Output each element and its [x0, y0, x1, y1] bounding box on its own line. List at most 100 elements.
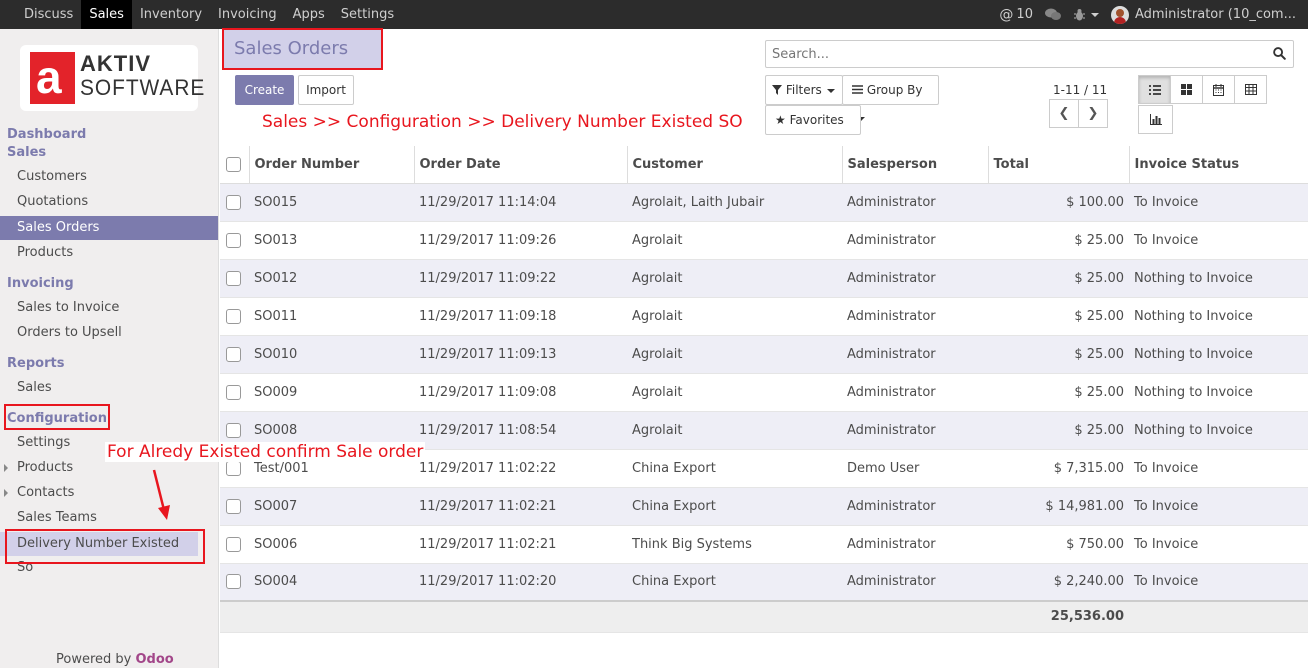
- sidebar-item-quotations[interactable]: Quotations: [0, 190, 218, 214]
- row-checkbox[interactable]: [226, 536, 241, 552]
- pager-previous-button[interactable]: ❮: [1049, 99, 1079, 128]
- kanban-icon: [1181, 84, 1192, 95]
- menu-discuss[interactable]: Discuss: [0, 0, 81, 29]
- sidebar-item-orders-to-upsell[interactable]: Orders to Upsell: [0, 321, 218, 345]
- row-checkbox[interactable]: [226, 498, 241, 514]
- row-checkbox[interactable]: [226, 270, 241, 286]
- debug-button[interactable]: [1073, 8, 1099, 21]
- sidebar-item-customers[interactable]: Customers: [0, 165, 218, 189]
- menu-annotation: For Alredy Existed confirm Sale order: [105, 442, 426, 462]
- table-footer-row: 25,536.00: [220, 600, 1308, 633]
- menu-sales[interactable]: Sales: [81, 0, 132, 29]
- cell-customer: Agrolait: [627, 411, 842, 450]
- table-row[interactable]: SO004 11/29/2017 11:02:20 China Export Admi…: [220, 563, 1308, 602]
- powered-by: Powered by Odoo: [56, 652, 174, 667]
- create-button[interactable]: Create: [235, 75, 294, 105]
- table-row[interactable]: SO012 11/29/2017 11:09:22 Agrolait Administ…: [220, 259, 1308, 298]
- column-salesperson[interactable]: Salesperson: [842, 146, 989, 184]
- cell-salesperson: Administrator: [842, 373, 988, 412]
- cell-total: $ 750.00: [988, 525, 1129, 564]
- kanban-view-button[interactable]: [1170, 75, 1203, 104]
- systray: @ 10 Administrator (10_com...: [999, 0, 1308, 29]
- filters-dropdown[interactable]: Filters: [765, 75, 843, 105]
- row-checkbox[interactable]: [226, 232, 241, 248]
- sidebar-header-sales: Sales: [7, 145, 47, 160]
- group-by-dropdown[interactable]: Group By: [842, 75, 939, 121]
- cell-customer: China Export: [627, 487, 842, 526]
- row-checkbox[interactable]: [226, 346, 241, 362]
- graph-view-button[interactable]: [1138, 105, 1173, 134]
- table-header-row: Order Number Order Date Customer Salespe…: [220, 146, 1308, 184]
- odoo-link[interactable]: Odoo: [136, 652, 174, 667]
- cell-salesperson: Administrator: [842, 563, 988, 602]
- search-input[interactable]: [766, 41, 1246, 67]
- cell-invoice-status: To Invoice: [1129, 563, 1308, 602]
- bug-icon: [1073, 9, 1085, 21]
- table-row[interactable]: SO010 11/29/2017 11:09:13 Agrolait Administ…: [220, 335, 1308, 374]
- import-button[interactable]: Import: [298, 75, 354, 105]
- messages-button[interactable]: [1044, 8, 1061, 21]
- table-row[interactable]: SO015 11/29/2017 11:14:04 Agrolait, Laith …: [220, 183, 1308, 222]
- favorites-dropdown[interactable]: ★ Favorites: [765, 105, 861, 151]
- row-checkbox[interactable]: [226, 384, 241, 400]
- cell-order-date: 11/29/2017 11:09:08: [414, 373, 627, 412]
- menu-invoicing[interactable]: Invoicing: [210, 0, 285, 29]
- calendar-view-button[interactable]: [1202, 75, 1235, 104]
- cell-order-date: 11/29/2017 11:09:13: [414, 335, 627, 374]
- row-checkbox[interactable]: [226, 308, 241, 324]
- sidebar-item-contacts[interactable]: Contacts: [0, 481, 218, 505]
- table-row[interactable]: SO013 11/29/2017 11:09:26 Agrolait Administ…: [220, 221, 1308, 260]
- column-invoice-status[interactable]: Invoice Status: [1129, 146, 1308, 184]
- cell-order-number: SO015: [249, 183, 414, 222]
- cell-salesperson: Administrator: [842, 183, 988, 222]
- sidebar-item-sales-orders[interactable]: Sales Orders: [0, 216, 218, 240]
- cell-total: $ 100.00: [988, 183, 1129, 222]
- column-order-number[interactable]: Order Number: [249, 146, 415, 184]
- table-row[interactable]: SO006 11/29/2017 11:02:21 Think Big System…: [220, 525, 1308, 564]
- table-row[interactable]: SO009 11/29/2017 11:09:08 Agrolait Administ…: [220, 373, 1308, 412]
- list-icon: [852, 85, 863, 94]
- cell-total: $ 14,981.00: [988, 487, 1129, 526]
- column-order-date[interactable]: Order Date: [414, 146, 628, 184]
- column-total[interactable]: Total: [988, 146, 1130, 184]
- pivot-view-button[interactable]: [1234, 75, 1267, 104]
- sidebar-item-sales-teams[interactable]: Sales Teams: [0, 506, 218, 530]
- pager-next-button[interactable]: ❯: [1078, 99, 1108, 128]
- sidebar-item-sales-to-invoice[interactable]: Sales to Invoice: [0, 296, 218, 320]
- select-all-cell: [220, 146, 250, 184]
- sidebar-item-products[interactable]: Products: [0, 241, 218, 265]
- mentions-count: 10: [1016, 7, 1033, 22]
- menu-apps[interactable]: Apps: [285, 0, 333, 29]
- mentions-button[interactable]: @ 10: [999, 7, 1033, 23]
- cell-invoice-status: Nothing to Invoice: [1129, 259, 1308, 298]
- column-customer[interactable]: Customer: [627, 146, 843, 184]
- cell-customer: China Export: [627, 563, 842, 602]
- star-icon: ★: [775, 113, 786, 127]
- cell-customer: Agrolait: [627, 259, 842, 298]
- cell-total: $ 25.00: [988, 221, 1129, 260]
- select-all-checkbox[interactable]: [226, 156, 241, 172]
- row-checkbox[interactable]: [226, 574, 241, 590]
- row-checkbox[interactable]: [226, 194, 241, 210]
- cell-total: $ 25.00: [988, 373, 1129, 412]
- sidebar-header-reports: Reports: [7, 356, 65, 371]
- cell-customer: Agrolait: [627, 297, 842, 336]
- cell-order-number: SO011: [249, 297, 414, 336]
- calendar-icon: [1213, 83, 1224, 96]
- row-checkbox[interactable]: [226, 422, 241, 438]
- row-checkbox[interactable]: [226, 460, 241, 476]
- menu-inventory[interactable]: Inventory: [132, 0, 210, 29]
- search-icon[interactable]: [1273, 47, 1286, 60]
- menu-settings[interactable]: Settings: [333, 0, 402, 29]
- cell-invoice-status: To Invoice: [1129, 221, 1308, 260]
- cell-invoice-status: Nothing to Invoice: [1129, 373, 1308, 412]
- pager-value[interactable]: 1-11 / 11: [1053, 83, 1107, 97]
- table-row[interactable]: SO007 11/29/2017 11:02:21 China Export Admi…: [220, 487, 1308, 526]
- chevron-down-icon: [1090, 12, 1099, 17]
- sidebar-item-reports-sales[interactable]: Sales: [0, 376, 218, 400]
- sidebar-dashboard[interactable]: Dashboard: [7, 127, 86, 142]
- list-view-button[interactable]: [1138, 75, 1171, 104]
- cell-order-number: SO007: [249, 487, 414, 526]
- table-row[interactable]: SO011 11/29/2017 11:09:18 Agrolait Administ…: [220, 297, 1308, 336]
- user-menu[interactable]: Administrator (10_com...: [1110, 5, 1296, 24]
